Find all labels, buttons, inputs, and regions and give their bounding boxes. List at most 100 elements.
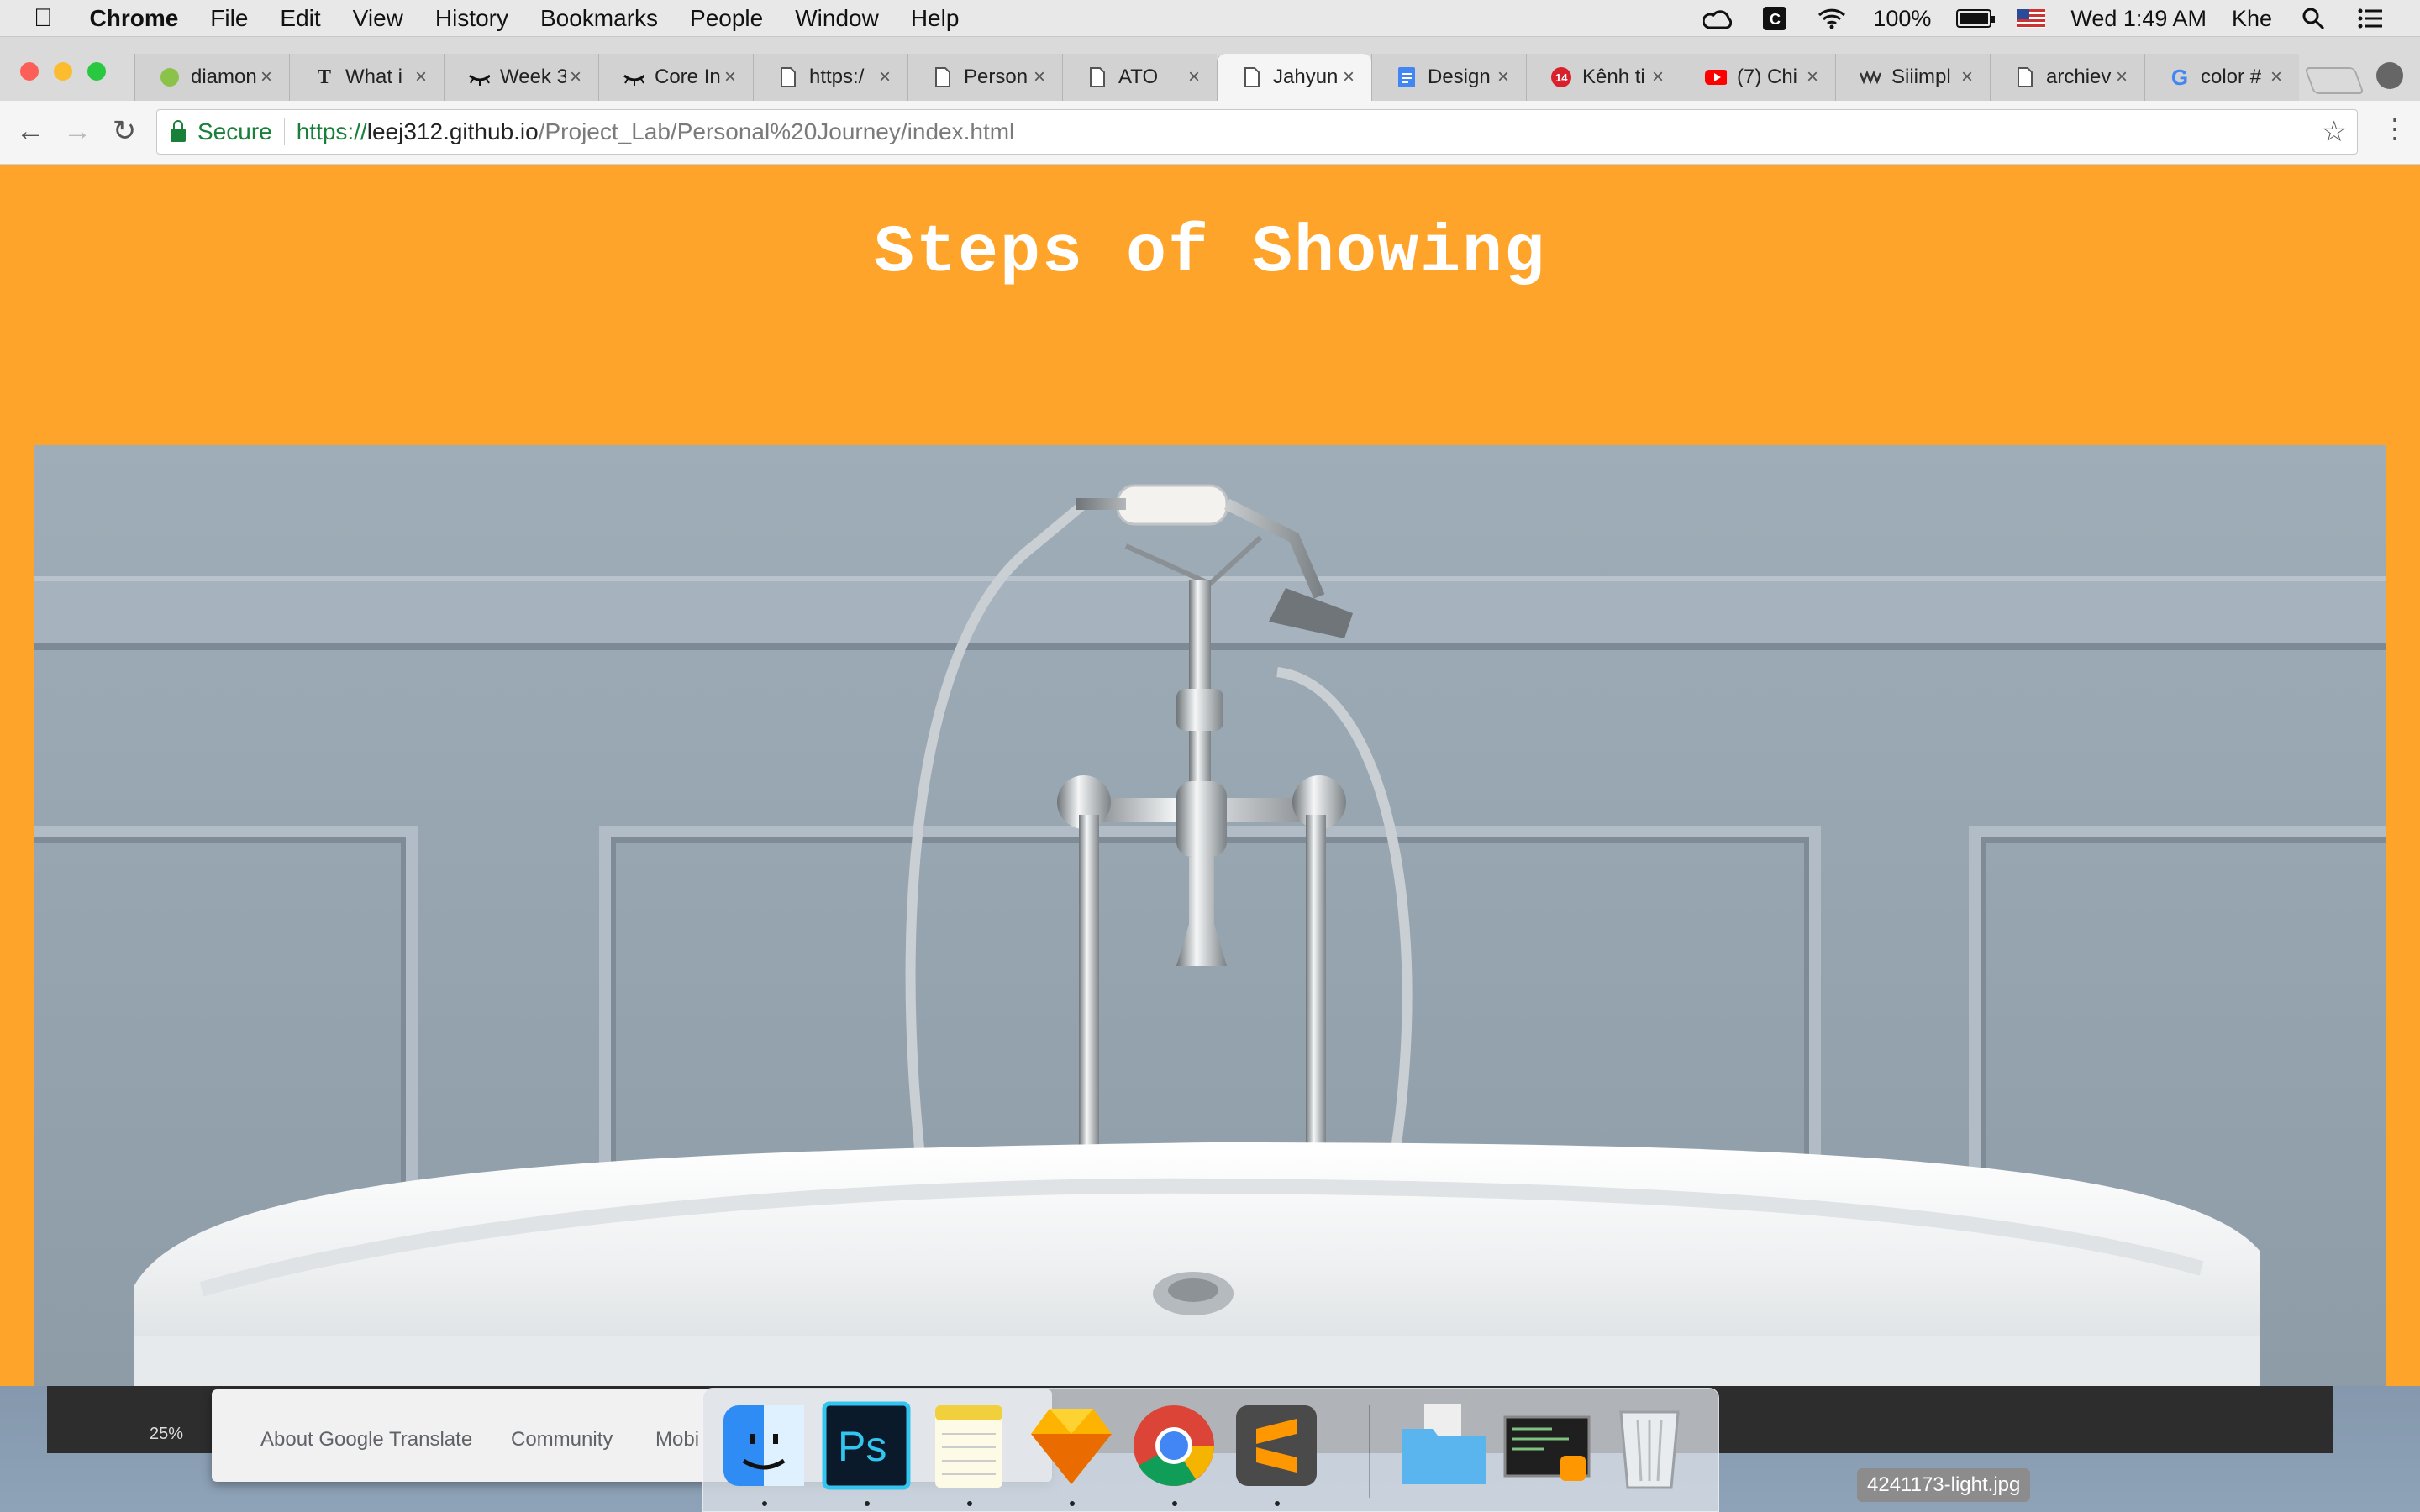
close-tab-icon[interactable]: × bbox=[876, 66, 894, 89]
menu-window[interactable]: Window bbox=[795, 5, 879, 32]
battery-icon[interactable] bbox=[1956, 9, 1996, 28]
web-page: Steps of Showing bbox=[0, 165, 2420, 1386]
close-tab-icon[interactable]: × bbox=[412, 66, 430, 89]
reload-icon[interactable]: ↻ bbox=[108, 114, 141, 148]
photoshop-icon[interactable]: Ps bbox=[821, 1400, 912, 1491]
close-tab-icon[interactable]: × bbox=[1803, 66, 1822, 89]
bookmark-star-icon[interactable]: ☆ bbox=[2322, 115, 2347, 149]
browser-tab[interactable]: ATO × bbox=[1062, 54, 1217, 101]
input-source-flag-icon[interactable] bbox=[2017, 9, 2046, 28]
browser-tab[interactable]: 14 Kênh ti × bbox=[1526, 54, 1681, 101]
nyt-icon: T bbox=[317, 66, 331, 88]
finder-icon[interactable] bbox=[718, 1400, 809, 1491]
browser-tab[interactable]: Jahyun × bbox=[1217, 54, 1371, 101]
dock: Ps bbox=[702, 1388, 1719, 1512]
notes-icon[interactable] bbox=[923, 1400, 1014, 1491]
close-tab-icon[interactable]: × bbox=[257, 66, 276, 89]
close-tab-icon[interactable]: × bbox=[1030, 66, 1049, 89]
tab-label: archiev bbox=[2046, 66, 2112, 88]
tab-label: (7) Chi bbox=[1737, 66, 1798, 88]
page-icon bbox=[777, 66, 799, 88]
mobile-link[interactable]: Mobi bbox=[655, 1428, 699, 1452]
close-window-button[interactable] bbox=[20, 62, 39, 81]
new-tab-button[interactable] bbox=[2304, 67, 2365, 94]
tab-label: Week 3 bbox=[500, 66, 566, 88]
sketch-icon[interactable] bbox=[1026, 1400, 1117, 1491]
notes-running-dot bbox=[967, 1501, 972, 1506]
page-icon bbox=[932, 66, 954, 88]
menu-edit[interactable]: Edit bbox=[280, 5, 320, 32]
menu-people[interactable]: People bbox=[690, 5, 763, 32]
browser-tab[interactable]: Week 3 × bbox=[444, 54, 598, 101]
omnibox-divider bbox=[283, 118, 285, 145]
community-link[interactable]: Community bbox=[511, 1428, 613, 1452]
url-scheme[interactable]: https:// bbox=[297, 118, 367, 145]
user-name[interactable]: Khe bbox=[2232, 6, 2272, 32]
chrome-icon[interactable] bbox=[1128, 1400, 1219, 1491]
menu-clock[interactable]: Wed 1:49 AM bbox=[2070, 6, 2207, 32]
close-tab-icon[interactable]: × bbox=[566, 66, 585, 89]
browser-tab[interactable]: T What i × bbox=[289, 54, 444, 101]
chrome-menu-icon[interactable]: ⋮ bbox=[2381, 113, 2408, 144]
spotlight-search-icon[interactable] bbox=[2297, 5, 2329, 32]
close-tab-icon[interactable]: × bbox=[1649, 66, 1667, 89]
sublime-text-icon[interactable] bbox=[1231, 1400, 1322, 1491]
close-tab-icon[interactable]: × bbox=[1494, 66, 1512, 89]
forward-arrow-icon[interactable]: → bbox=[60, 114, 94, 148]
browser-tab[interactable]: Person × bbox=[908, 54, 1062, 101]
close-tab-icon[interactable]: × bbox=[1958, 66, 1976, 89]
browser-tab[interactable]: Core In × bbox=[598, 54, 753, 101]
tab-label: Person bbox=[964, 66, 1028, 88]
tab-label: color # bbox=[2201, 66, 2262, 88]
about-google-translate-link[interactable]: About Google Translate bbox=[260, 1428, 472, 1452]
close-tab-icon[interactable]: × bbox=[1185, 66, 1203, 89]
svg-text:14: 14 bbox=[1555, 71, 1568, 84]
tab-label: ATO bbox=[1118, 66, 1159, 88]
close-tab-icon[interactable]: × bbox=[1339, 66, 1358, 89]
docs-icon bbox=[1396, 66, 1418, 88]
sketch-running-dot bbox=[1070, 1501, 1075, 1506]
apple-menu-icon[interactable]:  bbox=[34, 4, 53, 33]
browser-tab[interactable]: diamon × bbox=[134, 54, 289, 101]
close-tab-icon[interactable]: × bbox=[721, 66, 739, 89]
trash-icon[interactable] bbox=[1604, 1400, 1695, 1491]
creative-cloud-icon[interactable] bbox=[1702, 5, 1733, 32]
back-arrow-icon[interactable]: ← bbox=[13, 114, 47, 148]
menu-help[interactable]: Help bbox=[911, 5, 960, 32]
menu-history[interactable]: History bbox=[435, 5, 508, 32]
lock-icon[interactable] bbox=[171, 120, 186, 142]
browser-tab[interactable]: (7) Chi × bbox=[1681, 54, 1835, 101]
browser-tab[interactable]: Design × bbox=[1371, 54, 1526, 101]
menu-view[interactable]: View bbox=[353, 5, 403, 32]
downloads-folder-icon[interactable] bbox=[1399, 1400, 1490, 1491]
wave-icon bbox=[1860, 66, 1881, 88]
close-tab-icon[interactable]: × bbox=[2112, 66, 2131, 89]
tab-label: diamon bbox=[191, 66, 257, 88]
menu-file[interactable]: File bbox=[210, 5, 248, 32]
page-icon bbox=[1241, 66, 1263, 88]
hero-image bbox=[34, 445, 2386, 1386]
address-bar[interactable]: Secure https:// leej312.github.io /Proje… bbox=[156, 109, 2358, 155]
zoom-window-button[interactable] bbox=[87, 62, 106, 81]
terminal-stack-icon[interactable] bbox=[1502, 1400, 1592, 1491]
secure-label[interactable]: Secure bbox=[197, 118, 272, 145]
chrome-running-dot bbox=[1172, 1501, 1177, 1506]
app-menu[interactable]: Chrome bbox=[90, 5, 179, 32]
browser-tab[interactable]: Siiimpl × bbox=[1835, 54, 1990, 101]
minimize-window-button[interactable] bbox=[54, 62, 72, 81]
battery-percent[interactable]: 100% bbox=[1873, 6, 1931, 32]
tab-list: diamon × T What i × Week 3 × Core In × https:/× Pe… bbox=[134, 54, 2319, 101]
browser-tab[interactable]: Gcolor # × bbox=[2144, 54, 2299, 101]
browser-tab[interactable]: https:/ × bbox=[753, 54, 908, 101]
wifi-icon[interactable] bbox=[1816, 5, 1848, 32]
page-icon bbox=[1086, 66, 1108, 88]
status-app-icon[interactable]: C bbox=[1759, 5, 1791, 32]
url-host[interactable]: leej312.github.io bbox=[367, 118, 539, 145]
browser-tab[interactable]: archiev × bbox=[1990, 54, 2144, 101]
url-path[interactable]: /Project_Lab/Personal%20Journey/index.ht… bbox=[539, 118, 1015, 145]
menu-bookmarks[interactable]: Bookmarks bbox=[540, 5, 658, 32]
notification-center-icon[interactable] bbox=[2354, 5, 2386, 32]
profile-avatar[interactable] bbox=[2376, 62, 2403, 89]
close-tab-icon[interactable]: × bbox=[2267, 66, 2286, 89]
desktop-file-label[interactable]: 4241173-light.jpg bbox=[1857, 1468, 2031, 1502]
